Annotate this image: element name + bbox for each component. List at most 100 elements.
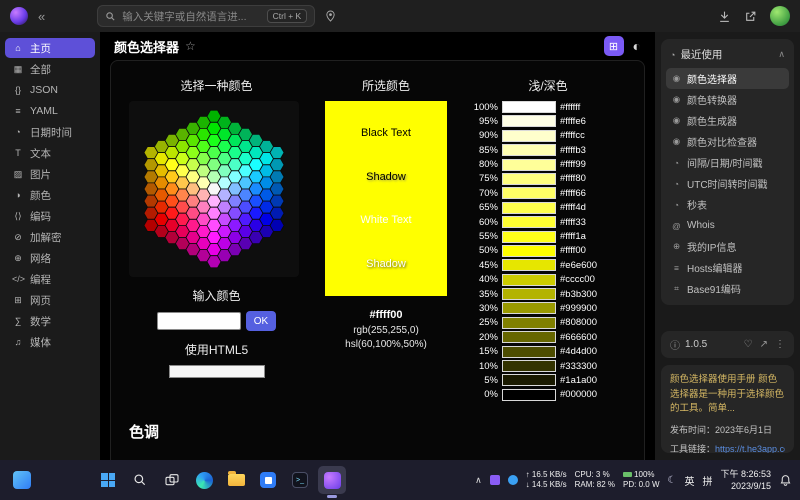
sidebar-item-network[interactable]: ⊕网络 (5, 248, 95, 268)
sidebar-item-yaml[interactable]: ≡YAML (5, 101, 95, 121)
task-view-button[interactable] (158, 466, 186, 494)
global-search[interactable]: 输入关键字或自然语言进... Ctrl + K (97, 5, 315, 27)
shade-row[interactable]: 60%#ffff33 (468, 216, 628, 228)
tool-link[interactable]: https://t.he3app.co... (715, 444, 785, 453)
shade-row[interactable]: 75%#ffff80 (468, 173, 628, 185)
recent-header[interactable]: ◔ 最近使用 ∧ (666, 45, 789, 68)
hex-cell[interactable] (270, 147, 284, 159)
shade-row[interactable]: 55%#ffff1a (468, 231, 628, 243)
shade-row[interactable]: 100%#ffffff (468, 101, 628, 113)
palette-icon: ◉ (671, 115, 682, 126)
recent-item[interactable]: ◔UTC时间转时间戳 (666, 173, 789, 194)
sidebar-item-web[interactable]: ⊞网页 (5, 290, 95, 310)
ime-method-indicator[interactable]: 拼 (702, 473, 712, 488)
color-input[interactable] (157, 312, 241, 330)
recent-item[interactable]: ◉颜色转换器 (666, 89, 789, 110)
shade-row[interactable]: 0%#000000 (468, 389, 628, 401)
recent-item[interactable]: @Whois (666, 215, 789, 236)
ime-language-indicator[interactable]: 英 (684, 473, 694, 488)
more-icon[interactable]: ⋮ (775, 339, 785, 350)
sidebar-item-json[interactable]: {}JSON (5, 80, 95, 100)
share-icon[interactable] (744, 10, 757, 23)
hex-cell[interactable] (270, 195, 284, 207)
shade-swatch (502, 144, 556, 156)
recent-item[interactable]: ◉颜色生成器 (666, 110, 789, 131)
sidebar-item-crypto[interactable]: ⊘加解密 (5, 227, 95, 247)
collapse-sidebar-icon[interactable]: « (38, 9, 45, 24)
hex-cell[interactable] (270, 183, 284, 195)
edge-button[interactable] (190, 466, 218, 494)
share-icon[interactable]: ↗ (760, 339, 768, 350)
hex-cell[interactable] (270, 159, 284, 171)
main-content: 颜色选择器 ☆ ⊞ ◐ 选择一种颜色 输入颜色 (100, 32, 655, 460)
shade-row[interactable]: 65%#ffff4d (468, 202, 628, 214)
html5-color-input[interactable] (169, 365, 265, 378)
tray-chevron-icon[interactable]: ∧ (475, 475, 482, 486)
taskbar-search-button[interactable] (126, 466, 154, 494)
hex-cell[interactable] (270, 171, 284, 183)
hsl-value: hsl(60,100%,50%) (321, 338, 451, 353)
shade-row[interactable]: 85%#ffffb3 (468, 144, 628, 156)
favorite-star-icon[interactable]: ☆ (185, 39, 196, 53)
tool-accent-button[interactable]: ⊞ (604, 36, 624, 56)
recent-item[interactable]: ◉颜色对比检查器 (666, 131, 789, 152)
theme-toggle[interactable]: ◐ (633, 38, 641, 54)
clock-widget[interactable]: 下午 8:26:53 2023/9/15 (720, 468, 771, 492)
sidebar-item-media[interactable]: ♫媒体 (5, 332, 95, 352)
sidebar-item-math[interactable]: ∑数学 (5, 311, 95, 331)
tray-app-icon[interactable] (508, 475, 518, 485)
recent-item[interactable]: ◔秒表 (666, 194, 789, 215)
sidebar-item-text[interactable]: T文本 (5, 143, 95, 163)
recent-item[interactable]: ◉颜色选择器 (666, 68, 789, 89)
store-button[interactable] (254, 466, 282, 494)
shade-row[interactable]: 5%#1a1a00 (468, 374, 628, 386)
shade-row[interactable]: 40%#cccc00 (468, 274, 628, 286)
shade-row[interactable]: 50%#ffff00 (468, 245, 628, 257)
he3-app-button[interactable] (318, 466, 346, 494)
widgets-button[interactable] (8, 466, 36, 494)
sidebar-item-color[interactable]: ◑颜色 (5, 185, 95, 205)
recent-item[interactable]: ⊕我的IP信息 (666, 236, 789, 257)
shade-row[interactable]: 10%#333300 (468, 360, 628, 372)
shade-row[interactable]: 80%#ffff99 (468, 159, 628, 171)
battery-widget[interactable]: 100% PD: 0.0 W (623, 470, 659, 491)
file-explorer-button[interactable] (222, 466, 250, 494)
shade-row[interactable]: 95%#ffffe6 (468, 115, 628, 127)
location-pin-button[interactable] (325, 10, 336, 23)
like-icon[interactable]: ♡ (744, 339, 753, 350)
shade-row[interactable]: 90%#ffffcc (468, 130, 628, 142)
shade-row[interactable]: 15%#4d4d00 (468, 346, 628, 358)
ok-button[interactable]: OK (246, 311, 276, 331)
download-icon[interactable] (718, 10, 731, 23)
sidebar-item-programming[interactable]: </>编程 (5, 269, 95, 289)
shade-swatch (502, 331, 556, 343)
network-speed-widget[interactable]: ↑ 16.5 KB/s ↓ 14.5 KB/s (526, 470, 567, 491)
list-icon: ≡ (12, 106, 24, 116)
tray-app-icon[interactable] (490, 475, 500, 485)
cpu-ram-widget[interactable]: CPU: 3 % RAM: 82 % (575, 470, 615, 491)
sidebar-item-image[interactable]: ▨图片 (5, 164, 95, 184)
sidebar-item-home[interactable]: ⌂主页 (5, 38, 95, 58)
user-avatar[interactable] (770, 6, 790, 26)
start-button[interactable] (94, 466, 122, 494)
sidebar-item-datetime[interactable]: ◔日期时间 (5, 122, 95, 142)
shade-row[interactable]: 45%#e6e600 (468, 259, 628, 271)
sidebar-item-encode[interactable]: ⟨⟩编码 (5, 206, 95, 226)
shade-row[interactable]: 35%#b3b300 (468, 288, 628, 300)
hex-cell[interactable] (270, 207, 284, 219)
terminal-button[interactable]: >_ (286, 466, 314, 494)
sidebar-item-all[interactable]: ▦全部 (5, 59, 95, 79)
recent-item[interactable]: ⌗Base91编码 (666, 278, 789, 299)
grid-icon: ⊞ (609, 40, 618, 53)
app-logo-icon[interactable] (10, 7, 28, 25)
hex-color-picker[interactable] (129, 101, 299, 277)
recent-item[interactable]: ◔间隔/日期/时间戳 (666, 152, 789, 173)
shade-row[interactable]: 30%#999900 (468, 302, 628, 314)
recent-item[interactable]: ≡Hosts编辑器 (666, 257, 789, 278)
notification-button[interactable] (779, 474, 792, 487)
night-light-icon[interactable]: ☾ (668, 475, 677, 486)
shade-row[interactable]: 25%#808000 (468, 317, 628, 329)
shade-row[interactable]: 70%#ffff66 (468, 187, 628, 199)
hex-cell[interactable] (270, 219, 284, 231)
shade-row[interactable]: 20%#666600 (468, 331, 628, 343)
